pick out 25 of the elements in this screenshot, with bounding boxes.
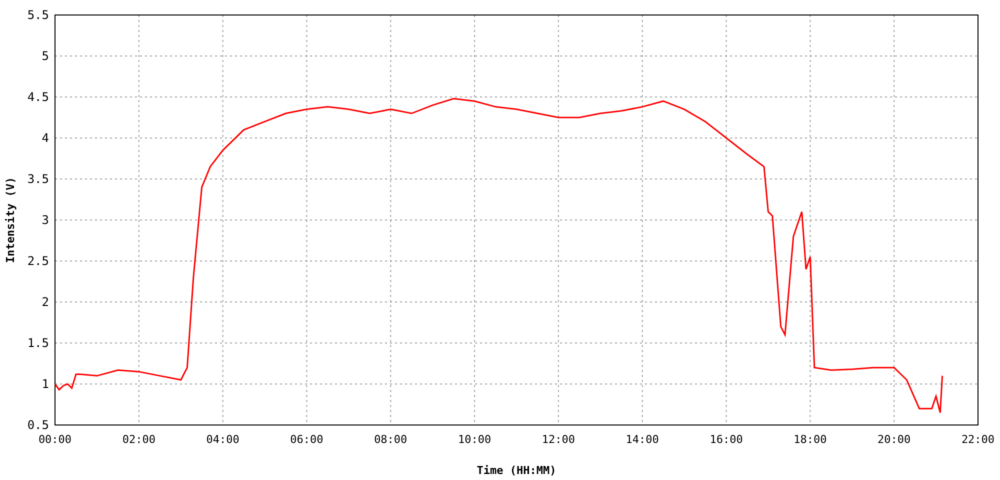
axis-title: Intensity (V) bbox=[4, 176, 17, 264]
tick-label: 08:00 bbox=[374, 433, 408, 446]
tick-label: 0.5 bbox=[27, 418, 49, 432]
tick-label: 10:00 bbox=[458, 433, 492, 446]
tick-label: 1 bbox=[42, 377, 49, 391]
tick-label: 00:00 bbox=[38, 433, 72, 446]
tick-label: 12:00 bbox=[542, 433, 576, 446]
tick-label: 06:00 bbox=[290, 433, 324, 446]
tick-label: 2 bbox=[42, 295, 49, 309]
tick-label: 4.5 bbox=[27, 90, 49, 104]
tick-label: 4 bbox=[42, 131, 49, 145]
tick-label: 14:00 bbox=[626, 433, 659, 446]
tick-label: 3 bbox=[42, 213, 49, 227]
tick-label: 04:00 bbox=[206, 433, 240, 446]
tick-label: 5.5 bbox=[27, 8, 49, 22]
tick-label: 2.5 bbox=[27, 254, 49, 268]
tick-label: 02:00 bbox=[122, 433, 156, 446]
tick-label: 16:00 bbox=[710, 433, 743, 446]
tick-label: 18:00 bbox=[794, 433, 827, 446]
axis-title: Time (HH:MM) bbox=[476, 464, 556, 477]
tick-label: 1.5 bbox=[27, 336, 49, 350]
tick-label: 20:00 bbox=[878, 433, 911, 446]
tick-label: 5 bbox=[42, 49, 49, 63]
tick-label: 3.5 bbox=[27, 172, 49, 186]
tick-label: 22:00 bbox=[961, 433, 995, 446]
